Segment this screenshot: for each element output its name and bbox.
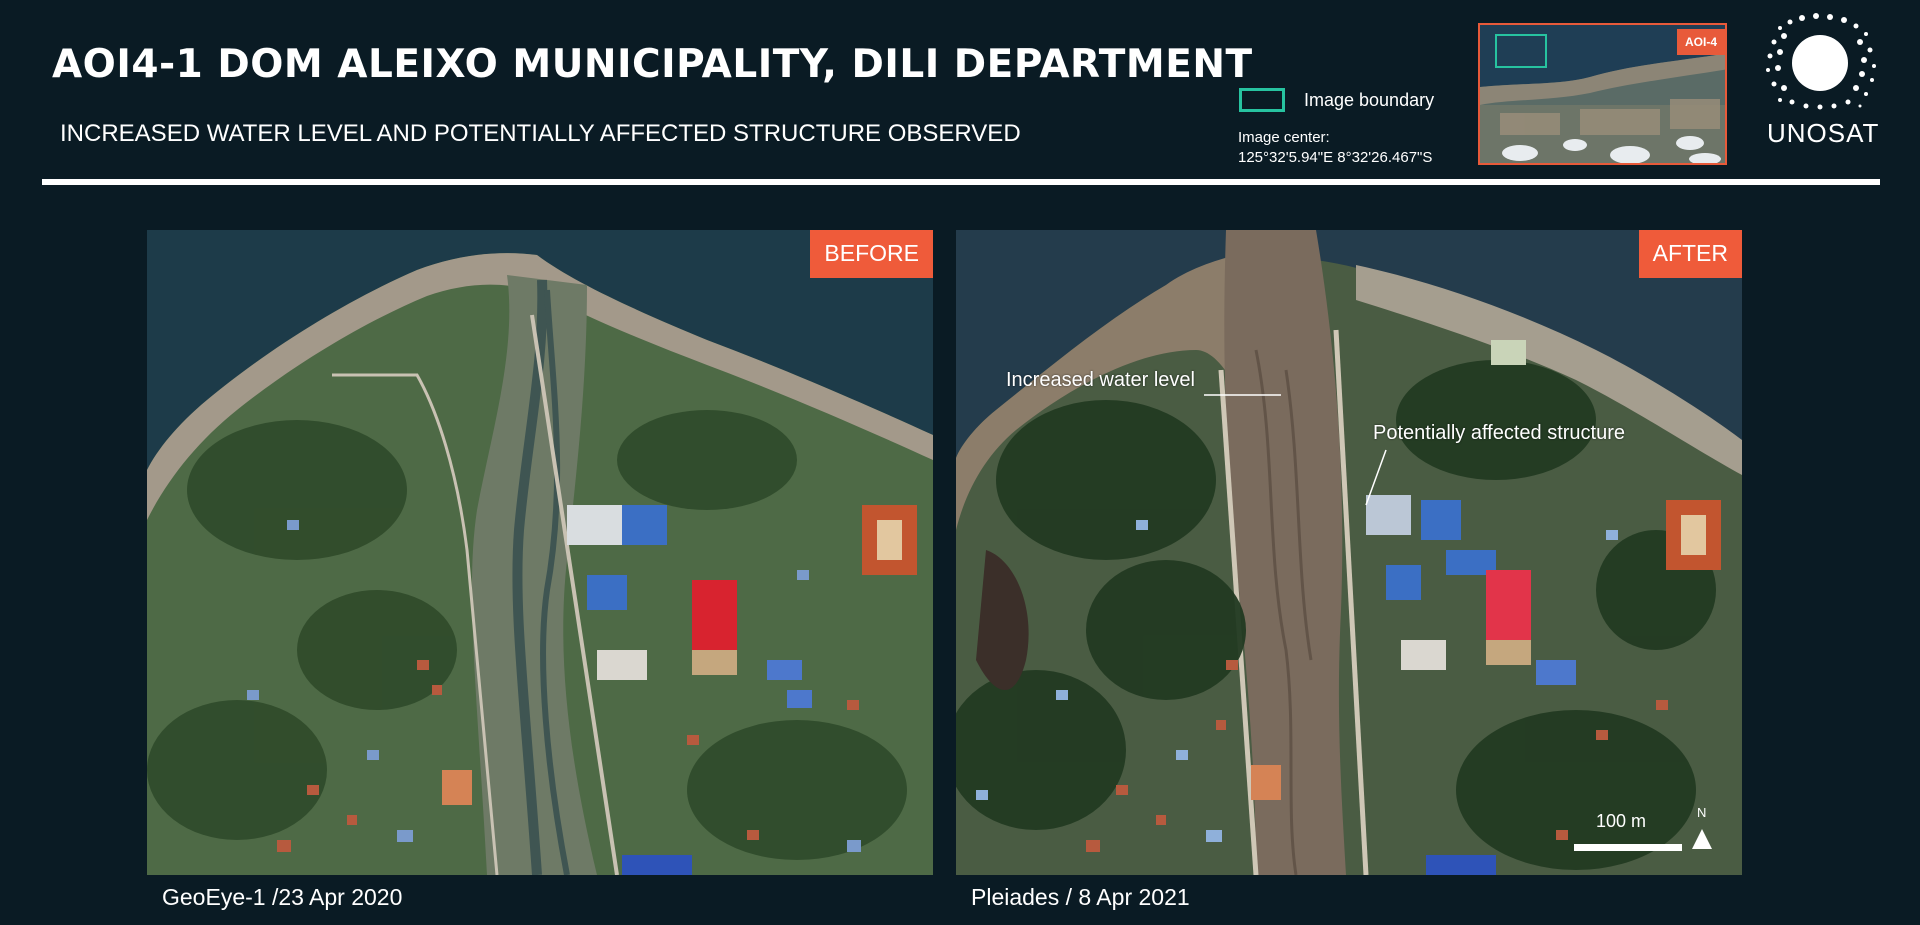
header-divider xyxy=(42,179,1880,185)
overview-inset-map: AOI-4 xyxy=(1478,23,1727,165)
inset-aoi-boundary xyxy=(1495,34,1547,68)
page-subtitle: INCREASED WATER LEVEL AND POTENTIALLY AF… xyxy=(60,120,1021,147)
after-tag: AFTER xyxy=(1638,230,1742,278)
image-center-label: Image center: xyxy=(1238,129,1330,146)
image-boundary-swatch xyxy=(1239,88,1285,112)
scale-bar xyxy=(1574,844,1682,851)
scale-label: 100 m xyxy=(1596,811,1647,831)
after-satellite-image xyxy=(956,230,1742,875)
before-satellite-image xyxy=(147,230,933,875)
north-label: N xyxy=(1697,805,1707,820)
water-level-annotation: Increased water level xyxy=(1006,369,1195,391)
before-tag: BEFORE xyxy=(810,230,933,278)
unosat-logo-text: UNOSAT xyxy=(1767,118,1880,148)
after-image-panel: AFTER xyxy=(956,230,1742,875)
after-caption: Pleiades / 8 Apr 2021 xyxy=(971,884,1190,910)
affected-structure-annotation: Potentially affected structure xyxy=(1373,422,1625,444)
inset-aoi-tag: AOI-4 xyxy=(1676,29,1725,55)
image-center-coordinates: 125°32'5.94"E 8°32'26.467"S xyxy=(1238,149,1433,166)
before-caption: GeoEye-1 /23 Apr 2020 xyxy=(162,884,403,910)
image-boundary-label: Image boundary xyxy=(1304,90,1435,110)
page-title: AOI4-1 DOM ALEIXO MUNICIPALITY, DILI DEP… xyxy=(52,42,1253,87)
map-page: AOI4-1 DOM ALEIXO MUNICIPALITY, DILI DEP… xyxy=(0,0,1920,925)
before-image-panel: BEFORE xyxy=(147,230,933,875)
